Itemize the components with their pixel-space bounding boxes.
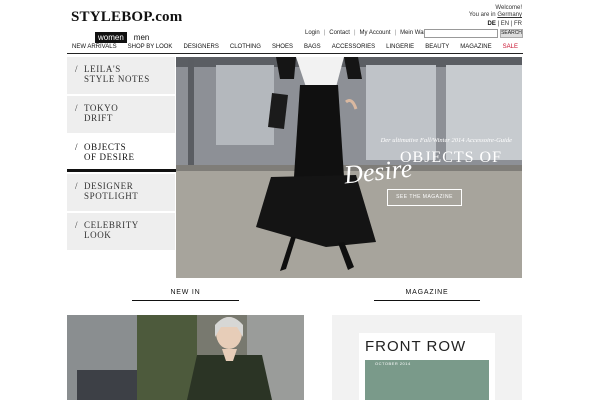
nav-shop-by-look[interactable]: SHOP BY LOOK: [128, 44, 173, 50]
hero-title: OBJECTS OF: [399, 149, 502, 166]
section-heading-new-in: NEW IN: [132, 289, 239, 301]
nav-bags[interactable]: BAGS: [304, 44, 321, 50]
sidebar-item-designer-spotlight[interactable]: / DESIGNER SPOTLIGHT: [67, 174, 175, 211]
separator: |: [353, 30, 356, 36]
dash-mark: /: [75, 220, 79, 230]
sidebar-item-celebrity-look[interactable]: / CELEBRITY LOOK: [67, 213, 175, 250]
separator: |: [394, 30, 397, 36]
lang-en[interactable]: EN: [501, 21, 509, 27]
contact-link[interactable]: Contact: [329, 30, 350, 36]
magazine-cover-date: OCTOBER 2014: [375, 361, 411, 366]
sidebar-item-label: SPOTLIGHT: [84, 191, 139, 201]
sidebar-item-tokyo-drift[interactable]: / TOKYO DRIFT: [67, 96, 175, 133]
search-input[interactable]: [424, 29, 498, 38]
nav-magazine[interactable]: MAGAZINE: [460, 44, 491, 50]
nav-lingerie[interactable]: LINGERIE: [386, 44, 414, 50]
nav-accessories[interactable]: ACCESSORIES: [332, 44, 375, 50]
dash-mark: /: [75, 181, 79, 191]
new-in-image[interactable]: [67, 315, 304, 400]
login-link[interactable]: Login: [305, 30, 320, 36]
see-magazine-button[interactable]: SEE THE MAGAZINE: [387, 189, 462, 206]
nav-designers[interactable]: DESIGNERS: [183, 44, 218, 50]
lang-de[interactable]: DE: [488, 21, 496, 27]
my-account-link[interactable]: My Account: [360, 30, 391, 36]
hero-banner[interactable]: Der ultimative Fall/Winter 2014 Accessoi…: [176, 57, 522, 278]
site-logo[interactable]: STYLEBOP.com: [71, 9, 182, 26]
sidebar-item-label: LOOK: [84, 230, 112, 240]
sidebar-item-label: STYLE NOTES: [84, 74, 150, 84]
welcome-text: Welcome!: [495, 5, 522, 11]
sidebar-item-label: OF DESIRE: [84, 152, 135, 162]
search-button[interactable]: SEARCH: [500, 29, 523, 38]
nav-clothing[interactable]: CLOTHING: [230, 44, 261, 50]
new-in-photo: [67, 315, 304, 400]
welcome-box: Welcome! You are in Germany: [469, 5, 522, 19]
dash-mark: /: [75, 103, 79, 113]
hero-subtitle: Der ultimative Fall/Winter 2014 Accessoi…: [380, 137, 512, 144]
editorial-sidebar: / LEILA'S STYLE NOTES / TOKYO DRIFT / OB…: [67, 57, 187, 252]
sidebar-item-leilas-style-notes[interactable]: / LEILA'S STYLE NOTES: [67, 57, 175, 94]
sidebar-item-label: TOKYO: [84, 103, 119, 113]
sidebar-item-objects-of-desire[interactable]: / OBJECTS OF DESIRE: [67, 135, 187, 172]
nav-sale[interactable]: SALE: [503, 44, 518, 50]
lang-fr[interactable]: FR: [514, 21, 522, 27]
location-prefix: You are in: [468, 12, 496, 18]
magazine-cover-title: FRONT ROW: [365, 338, 467, 355]
main-nav: NEW ARRIVALS SHOP BY LOOK DESIGNERS CLOT…: [67, 42, 523, 54]
dash-mark: /: [75, 64, 79, 74]
nav-beauty[interactable]: BEAUTY: [425, 44, 449, 50]
sidebar-item-label: DESIGNER: [84, 181, 134, 191]
magazine-cover-image: OCTOBER 2014: [365, 360, 489, 400]
nav-shoes[interactable]: SHOES: [272, 44, 293, 50]
nav-new-arrivals[interactable]: NEW ARRIVALS: [72, 44, 117, 50]
sidebar-item-label: DRIFT: [84, 113, 114, 123]
sidebar-item-label: CELEBRITY: [84, 220, 139, 230]
language-switch: DE | EN | FR: [487, 21, 523, 27]
sidebar-item-label: LEILA'S: [84, 64, 121, 74]
location-line: You are in Germany: [469, 12, 522, 19]
sidebar-item-label: OBJECTS: [84, 142, 127, 152]
dash-mark: /: [75, 142, 79, 152]
separator: |: [323, 30, 326, 36]
magazine-cover[interactable]: FRONT ROW OCTOBER 2014: [359, 333, 495, 400]
country-link[interactable]: Germany: [497, 12, 522, 18]
section-heading-magazine: MAGAZINE: [374, 289, 480, 301]
